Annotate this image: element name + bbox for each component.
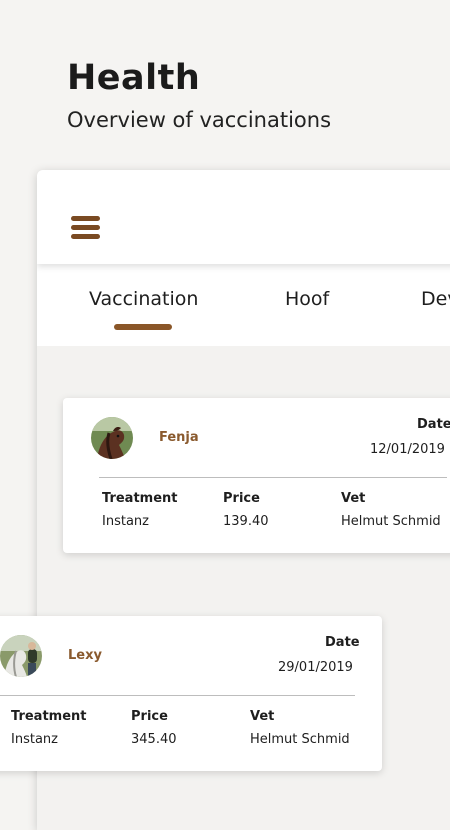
price-header: Price xyxy=(223,491,260,506)
vaccination-card[interactable]: Fenja Date 12/01/2019 Treatment Price Ve… xyxy=(63,398,450,553)
vet-header: Vet xyxy=(341,491,366,506)
card-divider xyxy=(99,477,447,478)
horse-name: Fenja xyxy=(159,430,199,445)
vet-value: Helmut Schmid xyxy=(250,732,350,747)
tab-bar: Vaccination Hoof Dev xyxy=(37,264,450,346)
vet-value: Helmut Schmid xyxy=(341,514,441,529)
treatment-header: Treatment xyxy=(102,491,178,506)
price-header: Price xyxy=(131,709,168,724)
horse-avatar xyxy=(0,635,42,677)
app-bar xyxy=(37,170,450,264)
date-value: 12/01/2019 xyxy=(370,442,445,457)
treatment-value: Instanz xyxy=(11,732,58,747)
treatment-value: Instanz xyxy=(102,514,149,529)
page-subtitle: Overview of vaccinations xyxy=(67,108,332,132)
tab-vaccination[interactable]: Vaccination xyxy=(89,288,198,310)
active-tab-indicator xyxy=(114,324,172,330)
horse-name: Lexy xyxy=(68,648,102,663)
treatment-header: Treatment xyxy=(11,709,87,724)
price-value: 139.40 xyxy=(223,514,269,529)
page-title: Health xyxy=(67,58,201,98)
price-value: 345.40 xyxy=(131,732,177,747)
date-label: Date xyxy=(417,417,450,432)
date-value: 29/01/2019 xyxy=(278,660,353,675)
tab-hoof[interactable]: Hoof xyxy=(285,288,329,310)
horse-avatar xyxy=(91,417,133,459)
card-divider xyxy=(0,695,355,696)
vaccination-card[interactable]: Lexy Date 29/01/2019 Treatment Price Vet… xyxy=(0,616,382,771)
date-label: Date xyxy=(325,635,360,650)
menu-button[interactable] xyxy=(71,216,101,244)
tab-dev[interactable]: Dev xyxy=(421,288,450,310)
vet-header: Vet xyxy=(250,709,275,724)
